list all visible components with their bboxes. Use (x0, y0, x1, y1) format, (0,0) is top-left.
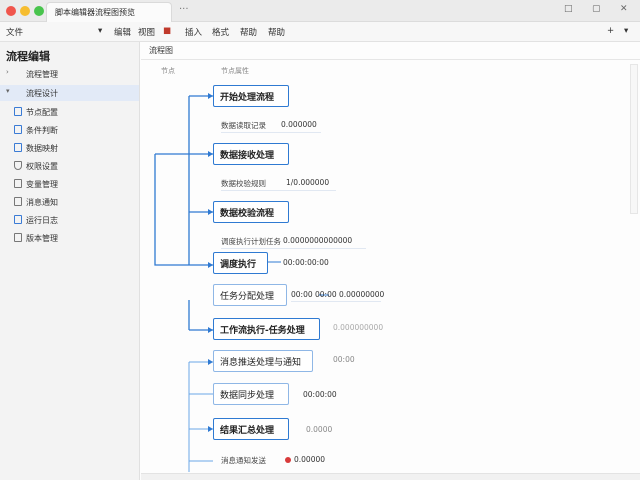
divider (141, 59, 640, 60)
flow-node[interactable]: 任务分配处理 (213, 284, 287, 306)
close-window-button[interactable] (6, 6, 16, 16)
node-meta-label: 调度执行计划任务 (221, 237, 281, 246)
restore-icon[interactable]: ▢ (592, 4, 601, 14)
sidebar-item-node-config[interactable]: 节点配置 (0, 104, 139, 120)
toolbar-item[interactable]: 插入 (185, 26, 202, 38)
sidebar-item-process-management[interactable]: › 流程管理 (0, 66, 139, 82)
tab-active[interactable]: 脚本编辑器流程图预览 (46, 2, 172, 22)
divider (221, 248, 366, 249)
toolbar: 文件 ▾ 编辑 视图 ■ 插入 格式 帮助 帮助 + ▾ (0, 22, 640, 42)
flow-node[interactable]: 开始处理流程 (213, 85, 289, 107)
divider (221, 132, 321, 133)
node-meta-label: 消息通知发送 (221, 456, 266, 465)
toolbar-item[interactable]: 帮助 (240, 26, 257, 38)
node-meta-value: 00:00:00 (303, 390, 337, 399)
shield-icon (14, 161, 22, 170)
sidebar-item-variables[interactable]: 变量管理 (0, 176, 139, 192)
add-icon[interactable]: + (607, 26, 614, 36)
doc-icon (14, 125, 22, 134)
minimize-window-button[interactable] (20, 6, 30, 16)
sidebar-item-label: 权限设置 (26, 162, 58, 171)
toolbar-item[interactable]: 帮助 (268, 26, 285, 38)
node-meta-value: 0.0000 (306, 425, 333, 434)
sidebar-item-label: 流程管理 (26, 70, 58, 79)
chevron-right-icon: › (6, 68, 9, 76)
title-bar: 脚本编辑器流程图预览 ··· □ ▢ ✕ (0, 0, 640, 22)
more-icon[interactable]: ··· (179, 4, 189, 15)
sidebar-item-process-design[interactable]: ▾ 流程设计 (0, 85, 139, 101)
column-header-props: 节点属性 (221, 67, 249, 75)
column-header-node: 节点 (161, 67, 175, 75)
node-meta-value-text: 0.00000 (294, 455, 326, 464)
toolbar-file[interactable]: 文件 (6, 26, 23, 38)
close-icon[interactable]: ✕ (620, 4, 628, 14)
divider (221, 190, 336, 191)
doc-icon (14, 233, 22, 242)
record-icon[interactable]: ■ (163, 26, 171, 36)
node-meta-value: 1/0.000000 (286, 178, 330, 187)
toolbar-item[interactable]: 编辑 (114, 26, 131, 38)
node-meta-value: 0.000000 (281, 120, 317, 129)
doc-icon (14, 215, 22, 224)
tab-title: 脚本编辑器流程图预览 (55, 8, 135, 17)
node-meta-label: 数据读取记录 (221, 121, 266, 130)
node-meta-value: 00:00 00:00 0.00000000 (291, 290, 385, 299)
flow-node[interactable]: 结果汇总处理 (213, 418, 289, 440)
node-meta-value: 00:00 (333, 355, 355, 364)
maximize-window-button[interactable] (34, 6, 44, 16)
flow-node[interactable]: 数据接收处理 (213, 143, 289, 165)
sidebar-item-label: 节点配置 (26, 108, 58, 117)
sidebar-item-label: 条件判断 (26, 126, 58, 135)
sidebar-item-permissions[interactable]: 权限设置 (0, 158, 139, 174)
breadcrumb: 流程图 (149, 46, 173, 55)
sidebar-item-data-mapping[interactable]: 数据映射 (0, 140, 139, 156)
flow-node[interactable]: 工作流执行-任务处理 (213, 318, 320, 340)
toolbar-item[interactable]: 视图 (138, 26, 155, 38)
sidebar-title: 流程编辑 (6, 50, 50, 63)
sidebar: 流程编辑 › 流程管理 ▾ 流程设计 节点配置 条件判断 数据映射 权限设置 变… (0, 42, 140, 480)
node-meta-value: 00:00:00:00 (283, 258, 329, 267)
sidebar-item-versions[interactable]: 版本管理 (0, 230, 139, 246)
horizontal-scrollbar[interactable] (141, 473, 640, 480)
sidebar-item-label: 变量管理 (26, 180, 58, 189)
doc-icon (14, 197, 22, 206)
sidebar-item-logs[interactable]: 运行日志 (0, 212, 139, 228)
sidebar-item-label: 版本管理 (26, 234, 58, 243)
minimize-icon[interactable]: □ (564, 4, 573, 14)
divider (291, 301, 381, 302)
node-meta-label: 数据校验规则 (221, 179, 266, 188)
node-meta-value: 0.00000 (285, 455, 325, 464)
vertical-scrollbar[interactable] (630, 64, 638, 214)
node-meta-value: 0.000000000 (333, 323, 384, 332)
chevron-down-icon[interactable]: ▾ (624, 26, 628, 36)
toolbar-item[interactable]: 格式 (212, 26, 229, 38)
alert-icon (285, 457, 291, 463)
chevron-down-icon: ▾ (6, 87, 10, 95)
flowchart-canvas[interactable]: 流程图 节点 节点属性 开始处理流程 数据接收处理 数据校验流程 调度执行 任务… (141, 42, 640, 480)
chevron-down-icon[interactable]: ▾ (98, 26, 102, 36)
sidebar-item-label: 流程设计 (26, 89, 58, 98)
flow-node[interactable]: 数据同步处理 (213, 383, 289, 405)
doc-icon (14, 143, 22, 152)
node-meta-value: 0.0000000000000 (283, 236, 353, 245)
flow-node[interactable]: 调度执行 (213, 252, 268, 274)
doc-icon (14, 179, 22, 188)
sidebar-item-label: 数据映射 (26, 144, 58, 153)
sidebar-item-notifications[interactable]: 消息通知 (0, 194, 139, 210)
doc-icon (14, 107, 22, 116)
sidebar-item-condition[interactable]: 条件判断 (0, 122, 139, 138)
sidebar-item-label: 消息通知 (26, 198, 58, 207)
sidebar-item-label: 运行日志 (26, 216, 58, 225)
flow-node[interactable]: 消息推送处理与通知 (213, 350, 313, 372)
flow-node[interactable]: 数据校验流程 (213, 201, 289, 223)
